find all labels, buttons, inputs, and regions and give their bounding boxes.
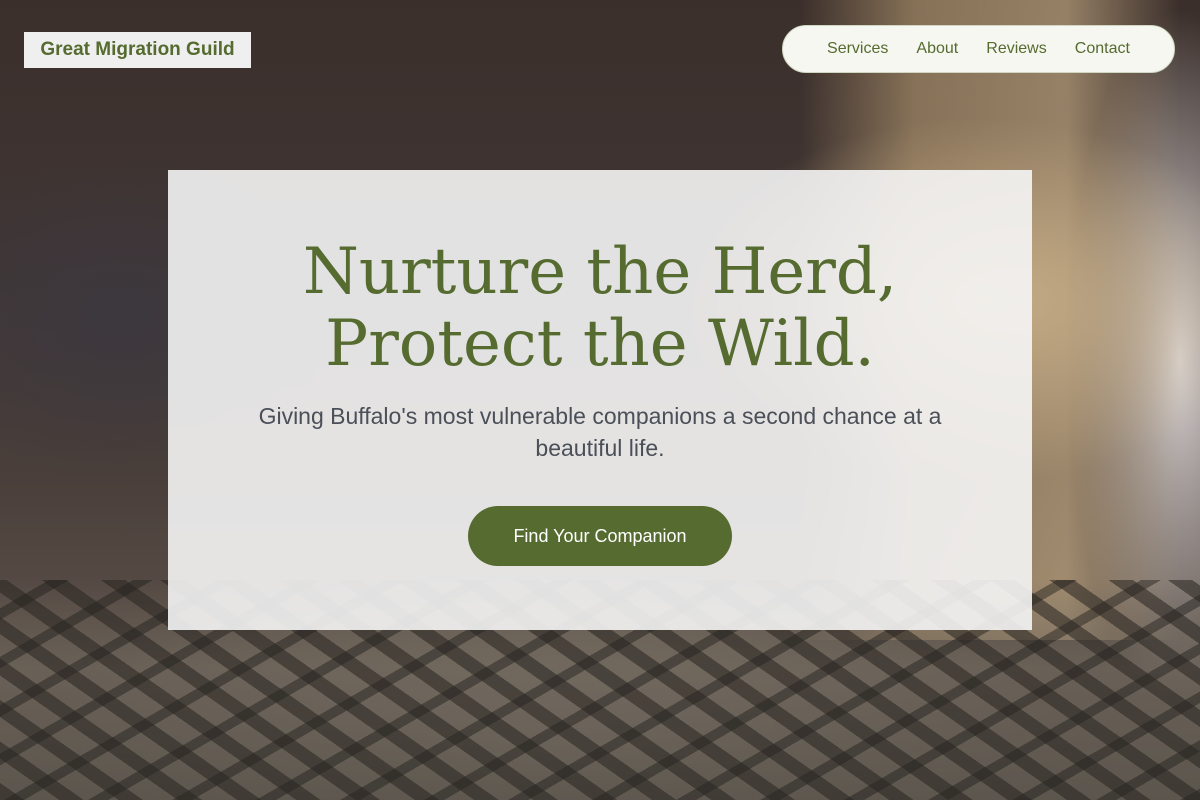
main-nav: Services About Reviews Contact [782, 25, 1175, 73]
hero-subtitle: Giving Buffalo's most vulnerable compani… [258, 403, 942, 461]
nav-item-about[interactable]: About [916, 40, 958, 58]
hero-headline: Nurture the Herd, Protect the Wild. [168, 236, 1032, 380]
nav-item-contact[interactable]: Contact [1075, 40, 1130, 58]
site-logo[interactable]: Great Migration Guild [24, 32, 251, 68]
nav-item-reviews[interactable]: Reviews [986, 40, 1046, 58]
hero-headline-line-1: Nurture the Herd, [302, 235, 898, 309]
hero-headline-line-2: Protect the Wild. [325, 307, 875, 381]
find-companion-button[interactable]: Find Your Companion [468, 506, 732, 566]
hero-card: Nurture the Herd, Protect the Wild. Givi… [168, 170, 1032, 630]
nav-item-services[interactable]: Services [827, 40, 888, 58]
hero-section: Great Migration Guild Services About Rev… [0, 0, 1200, 800]
